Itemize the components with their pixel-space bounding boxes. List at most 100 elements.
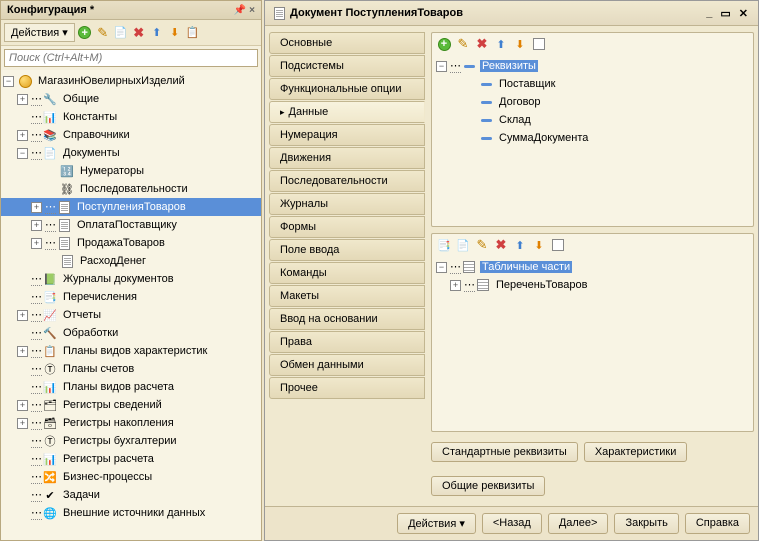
- tabular-group[interactable]: −⋯Табличные части: [434, 258, 751, 276]
- tab-numbering[interactable]: Нумерация: [269, 124, 425, 146]
- common-attrs-button[interactable]: Общие реквизиты: [431, 476, 545, 496]
- node-dataproc[interactable]: ⋯🔨Обработки: [1, 324, 261, 342]
- node-charts-char[interactable]: +⋯📋Планы видов характеристик: [1, 342, 261, 360]
- tab-basis[interactable]: Ввод на основании: [269, 308, 425, 330]
- node-common[interactable]: +⋯🔧Общие: [1, 90, 261, 108]
- editor-title: Документ ПоступленияТоваров: [290, 7, 463, 19]
- node-charts-acc[interactable]: ⋯ⓉПланы счетов: [1, 360, 261, 378]
- delete-button[interactable]: ✖: [131, 25, 147, 41]
- edit-button[interactable]: ✎: [95, 25, 111, 41]
- attributes-pane: + ✎ ✖ ⬆ ⬇ −⋯Реквизиты Поставщик Договор …: [431, 32, 754, 227]
- movedown-attr-button[interactable]: ⬇: [512, 36, 528, 52]
- attrs-group[interactable]: −⋯Реквизиты: [434, 57, 751, 75]
- node-catalogs[interactable]: +⋯📚Справочники: [1, 126, 261, 144]
- editor-title-bar: Документ ПоступленияТоваров _ ▭ ✕: [265, 1, 758, 26]
- side-tabs: Основные Подсистемы Функциональные опции…: [269, 32, 425, 500]
- attrs-tree[interactable]: −⋯Реквизиты Поставщик Договор Склад Сумм…: [432, 55, 753, 226]
- actions-menu-button[interactable]: Действия ▾: [4, 23, 75, 42]
- node-doc-oplata[interactable]: +⋯ОплатаПоставщику: [1, 216, 261, 234]
- node-documents[interactable]: −⋯📄Документы: [1, 144, 261, 162]
- next-button[interactable]: Далее>: [548, 513, 609, 534]
- help-button[interactable]: Справка: [685, 513, 750, 534]
- actions-button[interactable]: Действия ▾: [397, 513, 476, 534]
- node-journals[interactable]: ⋯📗Журналы документов: [1, 270, 261, 288]
- attr-summa[interactable]: СуммаДокумента: [434, 129, 751, 147]
- charact-button[interactable]: Характеристики: [584, 442, 688, 462]
- close-editor-button[interactable]: Закрыть: [614, 513, 678, 534]
- node-doc-rashod[interactable]: РасходДенег: [1, 252, 261, 270]
- minimize-button[interactable]: _: [702, 7, 716, 19]
- tab-data[interactable]: Данные: [269, 101, 425, 123]
- tab-templates[interactable]: Макеты: [269, 285, 425, 307]
- std-attrs-button[interactable]: Стандартные реквизиты: [431, 442, 578, 462]
- add-button[interactable]: +: [77, 25, 93, 41]
- tabular-toolbar: 📑 📄 ✎ ✖ ⬆ ⬇: [432, 234, 753, 256]
- movedown-tp-button[interactable]: ⬇: [531, 237, 547, 253]
- config-panel: Конфигурация * 📌 × Действия ▾ + ✎ 📄 ✖ ⬆ …: [0, 0, 262, 541]
- node-doc-postupleniya[interactable]: +⋯ПоступленияТоваров: [1, 198, 261, 216]
- edit-tp-button[interactable]: ✎: [474, 237, 490, 253]
- node-reports[interactable]: +⋯📈Отчеты: [1, 306, 261, 324]
- attr-sklad[interactable]: Склад: [434, 111, 751, 129]
- tab-main[interactable]: Основные: [269, 32, 425, 54]
- config-title-bar: Конфигурация * 📌 ×: [1, 1, 261, 20]
- tabular-tree[interactable]: −⋯Табличные части +⋯ПереченьТоваров: [432, 256, 753, 431]
- maximize-button[interactable]: ▭: [716, 7, 734, 20]
- add-tpcol-button[interactable]: 📄: [455, 237, 471, 253]
- node-constants[interactable]: ⋯📊Константы: [1, 108, 261, 126]
- node-sequences[interactable]: ⛓Последовательности: [1, 180, 261, 198]
- add-tp-button[interactable]: 📑: [436, 237, 452, 253]
- back-button[interactable]: <Назад: [482, 513, 542, 534]
- list-tp-button[interactable]: [550, 237, 566, 253]
- node-tasks[interactable]: ⋯✔Задачи: [1, 486, 261, 504]
- node-bp[interactable]: ⋯🔀Бизнес-процессы: [1, 468, 261, 486]
- tabular-pane: 📑 📄 ✎ ✖ ⬆ ⬇ −⋯Табличные части +⋯Перечень…: [431, 233, 754, 432]
- close-button[interactable]: ✕: [735, 7, 752, 20]
- move-up-button[interactable]: ⬆: [149, 25, 165, 41]
- attr-dogovor[interactable]: Договор: [434, 93, 751, 111]
- node-doc-prodazha[interactable]: +⋯ПродажаТоваров: [1, 234, 261, 252]
- config-toolbar: Действия ▾ + ✎ 📄 ✖ ⬆ ⬇ 📋: [1, 20, 261, 46]
- node-calc-regs[interactable]: ⋯📊Регистры расчета: [1, 450, 261, 468]
- tab-exchange[interactable]: Обмен данными: [269, 354, 425, 376]
- tab-journals[interactable]: Журналы: [269, 193, 425, 215]
- moveup-attr-button[interactable]: ⬆: [493, 36, 509, 52]
- tab-sequences[interactable]: Последовательности: [269, 170, 425, 192]
- tab-movements[interactable]: Движения: [269, 147, 425, 169]
- node-info-regs[interactable]: +⋯🗂Регистры сведений: [1, 396, 261, 414]
- list-attr-button[interactable]: [531, 36, 547, 52]
- search-field: [4, 49, 258, 67]
- chevron-down-icon: ▾: [62, 26, 68, 39]
- edit-attr-button[interactable]: ✎: [455, 36, 471, 52]
- node-charts-calc[interactable]: ⋯📊Планы видов расчета: [1, 378, 261, 396]
- attr-postavshik[interactable]: Поставщик: [434, 75, 751, 93]
- delete-attr-button[interactable]: ✖: [474, 36, 490, 52]
- search-input[interactable]: [4, 49, 258, 67]
- add-attr-button[interactable]: +: [436, 36, 452, 52]
- delete-tp-button[interactable]: ✖: [493, 237, 509, 253]
- tab-subsystems[interactable]: Подсистемы: [269, 55, 425, 77]
- sort-button[interactable]: 📋: [185, 25, 201, 41]
- attrs-toolbar: + ✎ ✖ ⬆ ⬇: [432, 33, 753, 55]
- tab-rights[interactable]: Права: [269, 331, 425, 353]
- tab-commands[interactable]: Команды: [269, 262, 425, 284]
- doc-icon: [271, 5, 287, 21]
- tab-forms[interactable]: Формы: [269, 216, 425, 238]
- move-down-button[interactable]: ⬇: [167, 25, 183, 41]
- tab-input[interactable]: Поле ввода: [269, 239, 425, 261]
- tab-funcopts[interactable]: Функциональные опции: [269, 78, 425, 100]
- tabular-item[interactable]: +⋯ПереченьТоваров: [434, 276, 751, 294]
- node-acct-regs[interactable]: ⋯ⓉРегистры бухгалтерии: [1, 432, 261, 450]
- root-node[interactable]: −МагазинЮвелирныхИзделий: [1, 72, 261, 90]
- node-extsrc[interactable]: ⋯🌐Внешние источники данных: [1, 504, 261, 522]
- pin-icon[interactable]: 📌 ×: [234, 5, 255, 16]
- node-enums[interactable]: ⋯📑Перечисления: [1, 288, 261, 306]
- config-tree[interactable]: −МагазинЮвелирныхИзделий +⋯🔧Общие ⋯📊Конс…: [1, 70, 261, 540]
- add-ext-button[interactable]: 📄: [113, 25, 129, 41]
- moveup-tp-button[interactable]: ⬆: [512, 237, 528, 253]
- bottom-bar: Действия ▾ <Назад Далее> Закрыть Справка: [265, 506, 758, 540]
- node-numerators[interactable]: 🔢Нумераторы: [1, 162, 261, 180]
- node-accum-regs[interactable]: +⋯🗃Регистры накопления: [1, 414, 261, 432]
- tab-other[interactable]: Прочее: [269, 377, 425, 399]
- editor-panel: Документ ПоступленияТоваров _ ▭ ✕ Основн…: [264, 0, 759, 541]
